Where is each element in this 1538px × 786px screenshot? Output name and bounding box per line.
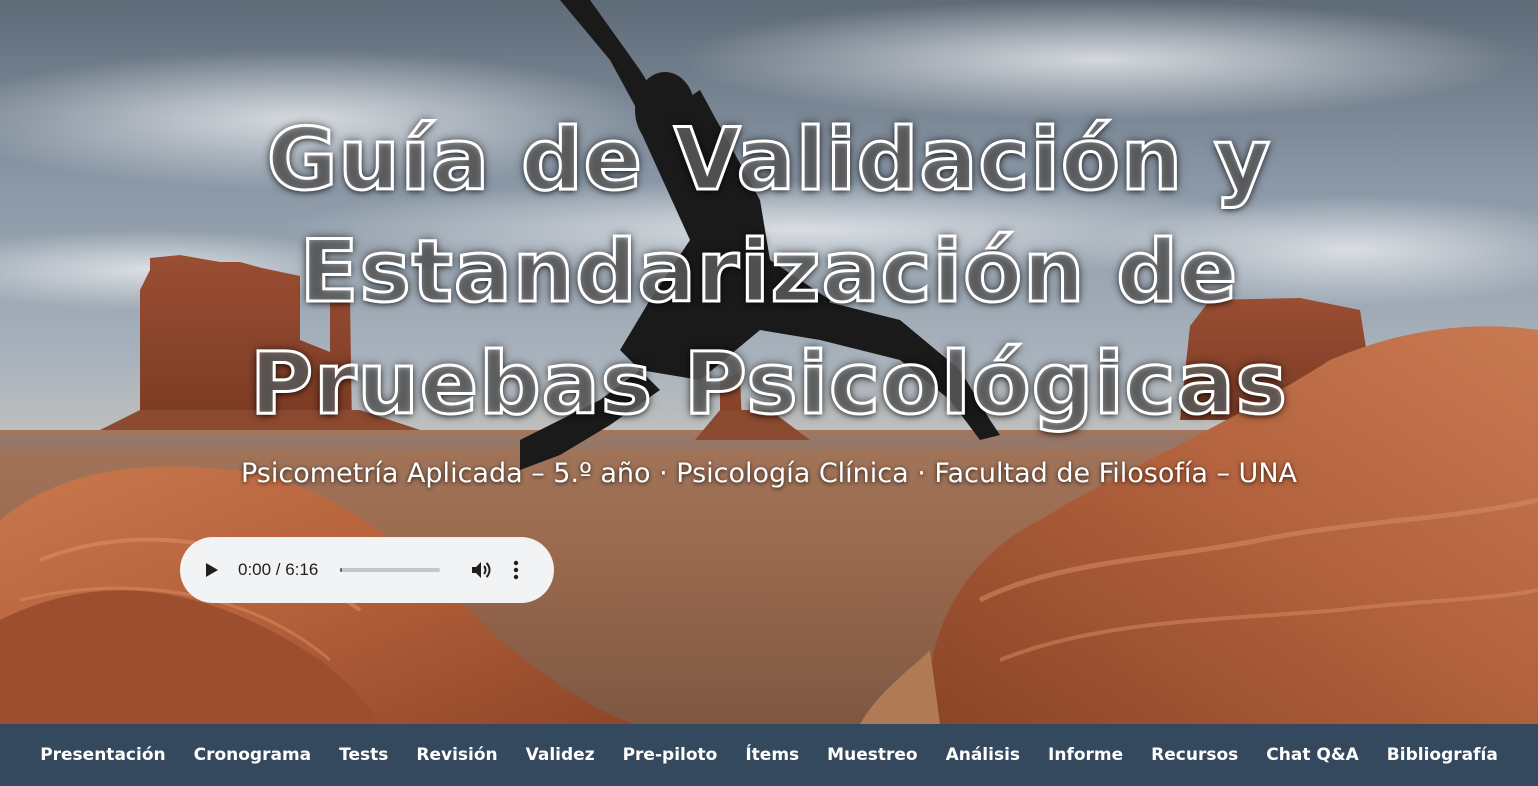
nav-item-items[interactable]: Ítems bbox=[731, 745, 813, 765]
page-title: Guía de Validación y Estandarización de … bbox=[0, 104, 1538, 440]
nav-item-recursos[interactable]: Recursos bbox=[1137, 745, 1252, 765]
hero-section: Guía de Validación y Estandarización de … bbox=[0, 0, 1538, 724]
audio-progress-fill bbox=[340, 568, 343, 572]
audio-progress-slider[interactable] bbox=[340, 568, 441, 572]
title-line: Estandarización de bbox=[298, 221, 1239, 324]
nav-item-revision[interactable]: Revisión bbox=[402, 745, 511, 765]
more-vert-icon[interactable] bbox=[510, 559, 522, 581]
nav-item-cronograma[interactable]: Cronograma bbox=[180, 745, 326, 765]
title-line: Pruebas Psicológicas bbox=[249, 333, 1289, 436]
play-icon[interactable] bbox=[202, 560, 222, 580]
audio-time: 0:00 / 6:16 bbox=[238, 560, 319, 579]
nav-item-informe[interactable]: Informe bbox=[1034, 745, 1137, 765]
nav-item-validez[interactable]: Validez bbox=[512, 745, 609, 765]
title-line: Guía de Validación y bbox=[265, 109, 1272, 212]
page-subtitle: Psicometría Aplicada – 5.º año · Psicolo… bbox=[240, 458, 1297, 489]
nav-item-tests[interactable]: Tests bbox=[325, 745, 402, 765]
nav-item-muestreo[interactable]: Muestreo bbox=[813, 745, 931, 765]
audio-player[interactable]: 0:00 / 6:16 bbox=[180, 537, 554, 603]
volume-icon[interactable] bbox=[470, 559, 492, 581]
nav-item-analisis[interactable]: Análisis bbox=[932, 745, 1034, 765]
nav-item-presentacion[interactable]: Presentación bbox=[26, 745, 179, 765]
main-nav: Presentación Cronograma Tests Revisión V… bbox=[0, 724, 1538, 786]
nav-item-chat-qa[interactable]: Chat Q&A bbox=[1252, 745, 1373, 765]
nav-item-pre-piloto[interactable]: Pre-piloto bbox=[609, 745, 732, 765]
nav-item-bibliografia[interactable]: Bibliografía bbox=[1373, 745, 1512, 765]
